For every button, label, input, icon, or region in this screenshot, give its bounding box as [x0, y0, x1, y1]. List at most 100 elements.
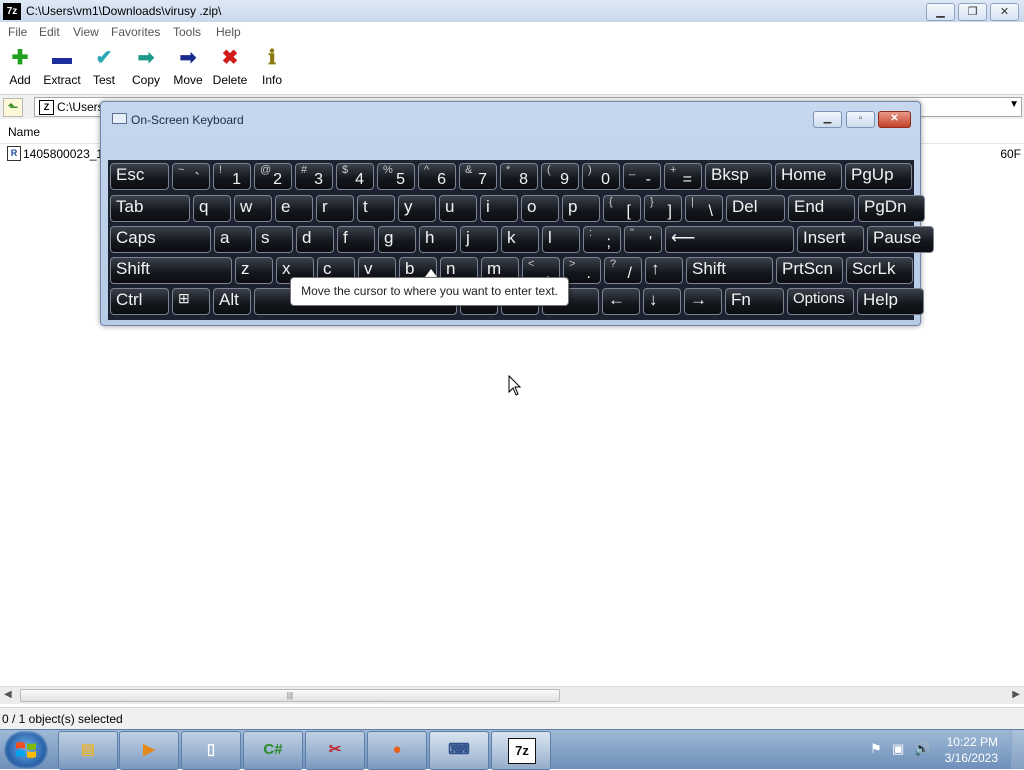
menu-file[interactable]: File — [8, 25, 27, 39]
menu-help[interactable]: Help — [216, 25, 241, 39]
key-sym1-r4c1[interactable]: ⊞ — [172, 288, 210, 315]
key-bksp-r0c14[interactable]: Bksp — [705, 163, 772, 190]
test-button[interactable]: ✔ Test — [82, 47, 126, 87]
key-u-r1c7[interactable]: u — [439, 195, 477, 222]
key-pgup-r0c16[interactable]: PgUp — [845, 163, 912, 190]
key-5-r0c6[interactable]: % 5 — [377, 163, 415, 190]
key-i-r1c8[interactable]: i — [480, 195, 518, 222]
key-9-r0c10[interactable]: (9 — [541, 163, 579, 190]
network-icon[interactable]: ▣ — [892, 741, 904, 757]
osk-close-button[interactable]: ✕ — [878, 111, 911, 128]
menu-edit[interactable]: Edit — [39, 25, 60, 39]
scroll-left-icon[interactable]: ◀ — [4, 689, 12, 700]
key-r-r1c4[interactable]: r — [316, 195, 354, 222]
move-button[interactable]: ➡ Move — [166, 47, 210, 87]
key-w-r1c2[interactable]: w — [234, 195, 272, 222]
taskbar-7zip[interactable]: 7z — [491, 731, 551, 770]
key-d-r2c3[interactable]: d — [296, 226, 334, 253]
taskbar-explorer[interactable]: ▤ — [58, 731, 118, 770]
volume-icon[interactable]: 🔊 — [914, 741, 930, 757]
key-k-r2c8[interactable]: k — [501, 226, 539, 253]
taskbar-snipping-tool[interactable]: ✂ — [305, 731, 365, 770]
key-end-r1c15[interactable]: End — [788, 195, 855, 222]
close-button[interactable]: ✕ — [990, 3, 1019, 21]
key-sym1-r0c1[interactable]: ~ ` — [172, 163, 210, 190]
key-sym8-r4c8[interactable]: ↓ — [643, 288, 681, 315]
key-home-r0c15[interactable]: Home — [775, 163, 842, 190]
key-sym12-r1c12[interactable]: }] — [644, 195, 682, 222]
key-j-r2c7[interactable]: j — [460, 226, 498, 253]
key-a-r2c1[interactable]: a — [214, 226, 252, 253]
key-f-r2c4[interactable]: f — [337, 226, 375, 253]
start-button[interactable] — [4, 731, 48, 769]
key-esc-r0c0[interactable]: Esc — [110, 163, 169, 190]
taskbar-on-screen-keyboard[interactable]: ⌨ — [429, 731, 489, 770]
clock-date[interactable]: 3/16/2023 — [945, 751, 998, 765]
key-y-r1c6[interactable]: y — [398, 195, 436, 222]
menu-tools[interactable]: Tools — [173, 25, 201, 39]
key-e-r1c3[interactable]: e — [275, 195, 313, 222]
key-alt-r4c2[interactable]: Alt — [213, 288, 251, 315]
key-help-r4c12[interactable]: Help — [857, 288, 924, 315]
key-3-r0c4[interactable]: #3 — [295, 163, 333, 190]
scroll-thumb[interactable]: ||| — [20, 689, 560, 702]
taskbar-media-player[interactable]: ▶ — [119, 731, 179, 770]
key-8-r0c9[interactable]: * 8 — [500, 163, 538, 190]
taskbar-document[interactable]: ▯ — [181, 731, 241, 770]
add-button[interactable]: ✚ Add — [0, 47, 42, 87]
key-g-r2c5[interactable]: g — [378, 226, 416, 253]
key-insert-r2c13[interactable]: Insert — [797, 226, 864, 253]
key-z-r3c1[interactable]: z — [235, 257, 273, 284]
osk-restore-button[interactable]: ▫ — [846, 111, 875, 128]
key-shift-r3c0[interactable]: Shift — [110, 257, 232, 284]
key-t-r1c5[interactable]: t — [357, 195, 395, 222]
key-sym12-r0c12[interactable]: _ - — [623, 163, 661, 190]
key-7-r0c8[interactable]: & 7 — [459, 163, 497, 190]
scroll-right-icon[interactable]: ▶ — [1012, 689, 1020, 700]
key-pgdn-r1c16[interactable]: PgDn — [858, 195, 925, 222]
key-6-r0c7[interactable]: ^ 6 — [418, 163, 456, 190]
key-h-r2c6[interactable]: h — [419, 226, 457, 253]
menu-view[interactable]: View — [73, 25, 99, 39]
key-q-r1c1[interactable]: q — [193, 195, 231, 222]
menu-favorites[interactable]: Favorites — [111, 25, 160, 39]
horizontal-scrollbar[interactable]: ◀ ||| ▶ — [0, 686, 1024, 704]
extract-button[interactable]: ▬ Extract — [40, 47, 84, 87]
key-sym13-r0c13[interactable]: + = — [664, 163, 702, 190]
key-del-r1c14[interactable]: Del — [726, 195, 785, 222]
minimize-button[interactable]: ▁ — [926, 3, 955, 21]
key-sym10-r3c10[interactable]: ? / — [604, 257, 642, 284]
clock-time[interactable]: 10:22 PM — [947, 735, 998, 749]
key-sym11-r2c11[interactable]: " ' — [624, 226, 662, 253]
key-tab-r1c0[interactable]: Tab — [110, 195, 190, 222]
key-options-r4c11[interactable]: Options — [787, 288, 854, 315]
up-folder-icon[interactable]: ⬑ — [3, 98, 23, 117]
restore-button[interactable]: ❐ — [958, 3, 987, 21]
show-desktop-button[interactable] — [1011, 730, 1024, 769]
chevron-down-icon[interactable]: ▼ — [1009, 99, 1019, 110]
key-sym7-r4c7[interactable]: ← — [602, 288, 640, 315]
key-sym11-r1c11[interactable]: {[ — [603, 195, 641, 222]
copy-button[interactable]: ➡ Copy — [124, 47, 168, 87]
osk-minimize-button[interactable]: ▁ — [813, 111, 842, 128]
key-l-r2c9[interactable]: l — [542, 226, 580, 253]
key-caps-r2c0[interactable]: Caps — [110, 226, 211, 253]
taskbar-firefox[interactable]: ● — [367, 731, 427, 770]
delete-button[interactable]: ✖ Delete — [208, 47, 252, 87]
key-shift-r3c12[interactable]: Shift — [686, 257, 773, 284]
key-p-r1c10[interactable]: p — [562, 195, 600, 222]
key-0-r0c11[interactable]: ) 0 — [582, 163, 620, 190]
key-s-r2c2[interactable]: s — [255, 226, 293, 253]
key-sym9-r4c9[interactable]: → — [684, 288, 722, 315]
key-sym12-r2c12[interactable]: ⟵ — [665, 226, 794, 253]
key-sym11-r3c11[interactable]: ↑ — [645, 257, 683, 284]
key-sym13-r1c13[interactable]: | \ — [685, 195, 723, 222]
info-button[interactable]: ℹ Info — [250, 47, 294, 87]
key-prtscn-r3c13[interactable]: PrtScn — [776, 257, 843, 284]
key-pause-r2c14[interactable]: Pause — [867, 226, 934, 253]
key-fn-r4c10[interactable]: Fn — [725, 288, 784, 315]
key-o-r1c9[interactable]: o — [521, 195, 559, 222]
key-ctrl-r4c0[interactable]: Ctrl — [110, 288, 169, 315]
column-header-name[interactable]: Name — [8, 125, 40, 139]
action-center-flag-icon[interactable]: ⚑ — [870, 741, 882, 757]
